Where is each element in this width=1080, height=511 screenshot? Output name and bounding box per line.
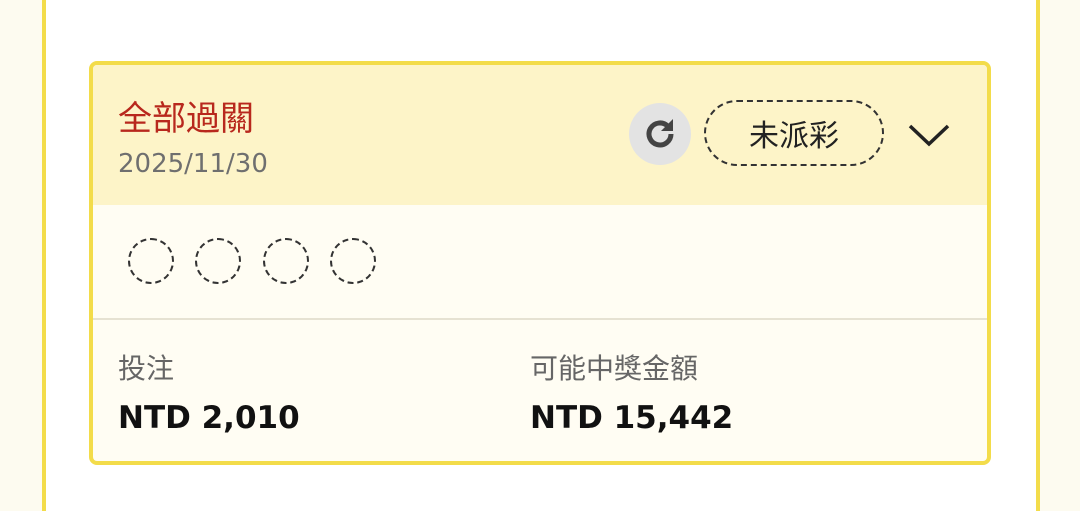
bet-type-title: 全部過關: [118, 99, 254, 139]
leg-indicator: [330, 238, 376, 284]
stake-value: NTD 2,010: [118, 400, 300, 436]
bet-slip-card: 全部過關 2025/11/30 未派彩 投注 NTD 2,010 可能中獎金額 …: [89, 61, 991, 465]
stake-label: 投注: [118, 352, 175, 385]
payout-value: NTD 15,442: [530, 400, 734, 436]
expand-toggle[interactable]: [901, 110, 957, 160]
status-badge: 未派彩: [704, 100, 884, 166]
divider: [93, 318, 987, 320]
refresh-button[interactable]: [629, 103, 691, 165]
refresh-icon: [646, 119, 674, 148]
payout-label: 可能中獎金額: [530, 352, 699, 385]
leg-indicator: [128, 238, 174, 284]
bet-slip-header[interactable]: 全部過關 2025/11/30 未派彩: [93, 65, 987, 205]
chevron-down-icon: [908, 124, 950, 147]
bet-date: 2025/11/30: [118, 149, 268, 179]
legs-row: [93, 205, 987, 319]
leg-indicator: [263, 238, 309, 284]
leg-indicator: [195, 238, 241, 284]
